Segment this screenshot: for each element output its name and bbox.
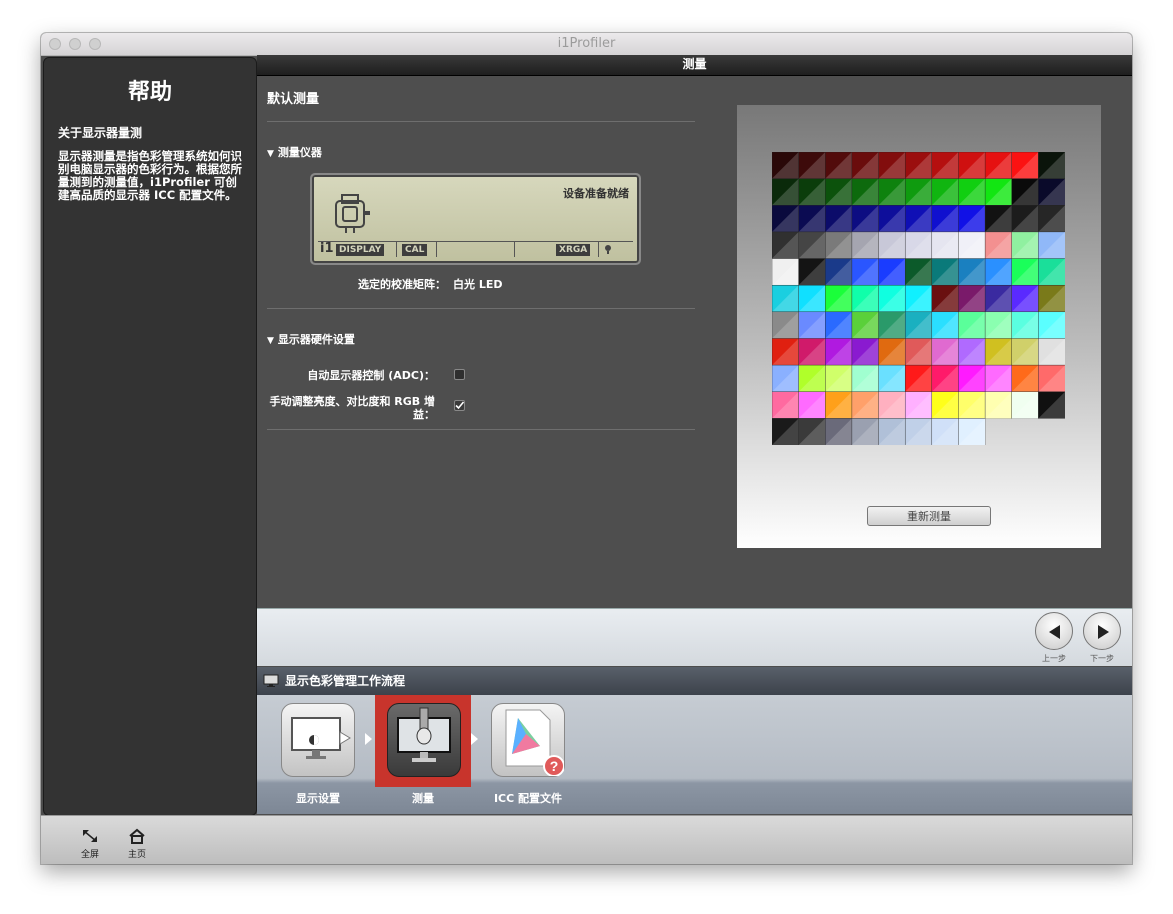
help-subtitle: 关于显示器量测 [58,126,143,140]
close-window-button[interactable] [49,38,61,50]
home-label: 主页 [127,850,146,860]
adc-checkbox[interactable] [454,369,465,380]
hardware-heading: 显示器硬件设置 [277,333,355,346]
measure-step[interactable] [387,703,461,777]
remeasure-button[interactable]: 重新测量 [867,506,991,526]
fullscreen-icon [83,830,97,842]
colorimeter-device-icon [335,194,370,233]
calibration-matrix-label: 选定的校准矩阵： [358,278,446,291]
lamp-icon [605,245,611,254]
bottom-toolbar: 全屏 主页 [41,815,1132,864]
calibration-matrix-value: 白光 LED [453,278,503,291]
measurement-content: 默认测量 ▼ 测量仪器 设备准备就绪 i1 DISPLAY CAL XRGA 选… [257,76,1132,608]
display-settings-label: 显示设置 [296,792,340,805]
cal-tag: CAL [402,244,428,256]
divider [267,429,695,430]
section-title: 默认测量 [267,92,320,107]
next-step-button[interactable] [1083,612,1121,650]
help-body-text: 显示器测量是指色彩管理系统如何识别电脑显示器的色彩行为。根据您所量测到的测量值，… [58,149,242,202]
divider [267,308,695,309]
arrow-right-icon [1098,625,1109,639]
workflow-steps: ? 显示设置 测量 ICC 配置文件 [257,695,1132,814]
step-arrow-icon [365,733,372,745]
previous-step-label: 上一步 [1042,654,1066,663]
help-panel: 帮助 关于显示器量测 显示器测量是指色彩管理系统如何识别电脑显示器的色彩行为。根… [43,57,257,816]
checkmark-icon [455,401,465,410]
app-window: i1Profiler 帮助 关于显示器量测 显示器测量是指色彩管理系统如何识别电… [41,33,1132,864]
color-patch-grid [772,152,1065,445]
manual-adjust-label-line2: 益： [413,408,435,421]
workflow-header: 显示色彩管理工作流程 [257,667,1132,695]
divider [267,121,695,122]
minimize-window-button[interactable] [69,38,81,50]
hardware-section-toggle[interactable]: ▼ 显示器硬件设置 [267,331,355,347]
step-arrow-icon [471,733,478,745]
previous-step-button[interactable] [1035,612,1073,650]
adc-label: 自动显示器控制 (ADC)： [307,369,435,382]
i1-brand-mark: i1 [320,241,334,256]
monitor-icon [263,674,279,687]
icc-profile-label: ICC 配置文件 [493,792,563,805]
home-icon [129,828,145,844]
fullscreen-button[interactable]: 全屏 [70,828,110,860]
icc-profile-step[interactable]: ? [491,703,565,777]
step-navigation-bar: 上一步 下一步 [257,608,1132,666]
arrow-left-icon [1049,625,1060,639]
next-step-label: 下一步 [1090,654,1114,663]
disclosure-triangle-icon: ▼ [267,336,274,346]
fullscreen-label: 全屏 [80,850,99,860]
instrument-heading: 测量仪器 [277,146,322,159]
workflow-title: 显示色彩管理工作流程 [285,674,406,688]
manual-adjust-label-line1: 手动调整亮度、对比度和 RGB 增 [269,395,435,408]
xrga-tag: XRGA [556,244,591,256]
measure-icon [397,707,451,762]
disclosure-triangle-icon: ▼ [267,149,274,159]
lcd-status-bar: i1 DISPLAY CAL XRGA [318,241,633,257]
lcd-status-text: 设备准备就绪 [563,187,629,200]
help-title: 帮助 [127,80,172,105]
icc-profile-icon: ? [505,709,565,777]
display-settings-step[interactable] [281,703,355,777]
patch-preview-panel: 重新测量 [737,105,1101,548]
instrument-lcd: 设备准备就绪 i1 DISPLAY CAL XRGA [310,173,641,265]
display-tag: DISPLAY [336,244,385,256]
window-title: i1Profiler [557,36,616,51]
page-title: 测量 [257,55,1132,76]
measure-label: 测量 [412,792,434,805]
svg-text:?: ? [550,758,559,774]
instrument-section-toggle[interactable]: ▼ 测量仪器 [267,144,322,160]
home-button[interactable]: 主页 [117,828,157,860]
zoom-window-button[interactable] [89,38,101,50]
title-bar: i1Profiler [41,33,1132,56]
manual-adjust-checkbox[interactable] [454,400,465,411]
display-settings-icon [291,717,351,759]
